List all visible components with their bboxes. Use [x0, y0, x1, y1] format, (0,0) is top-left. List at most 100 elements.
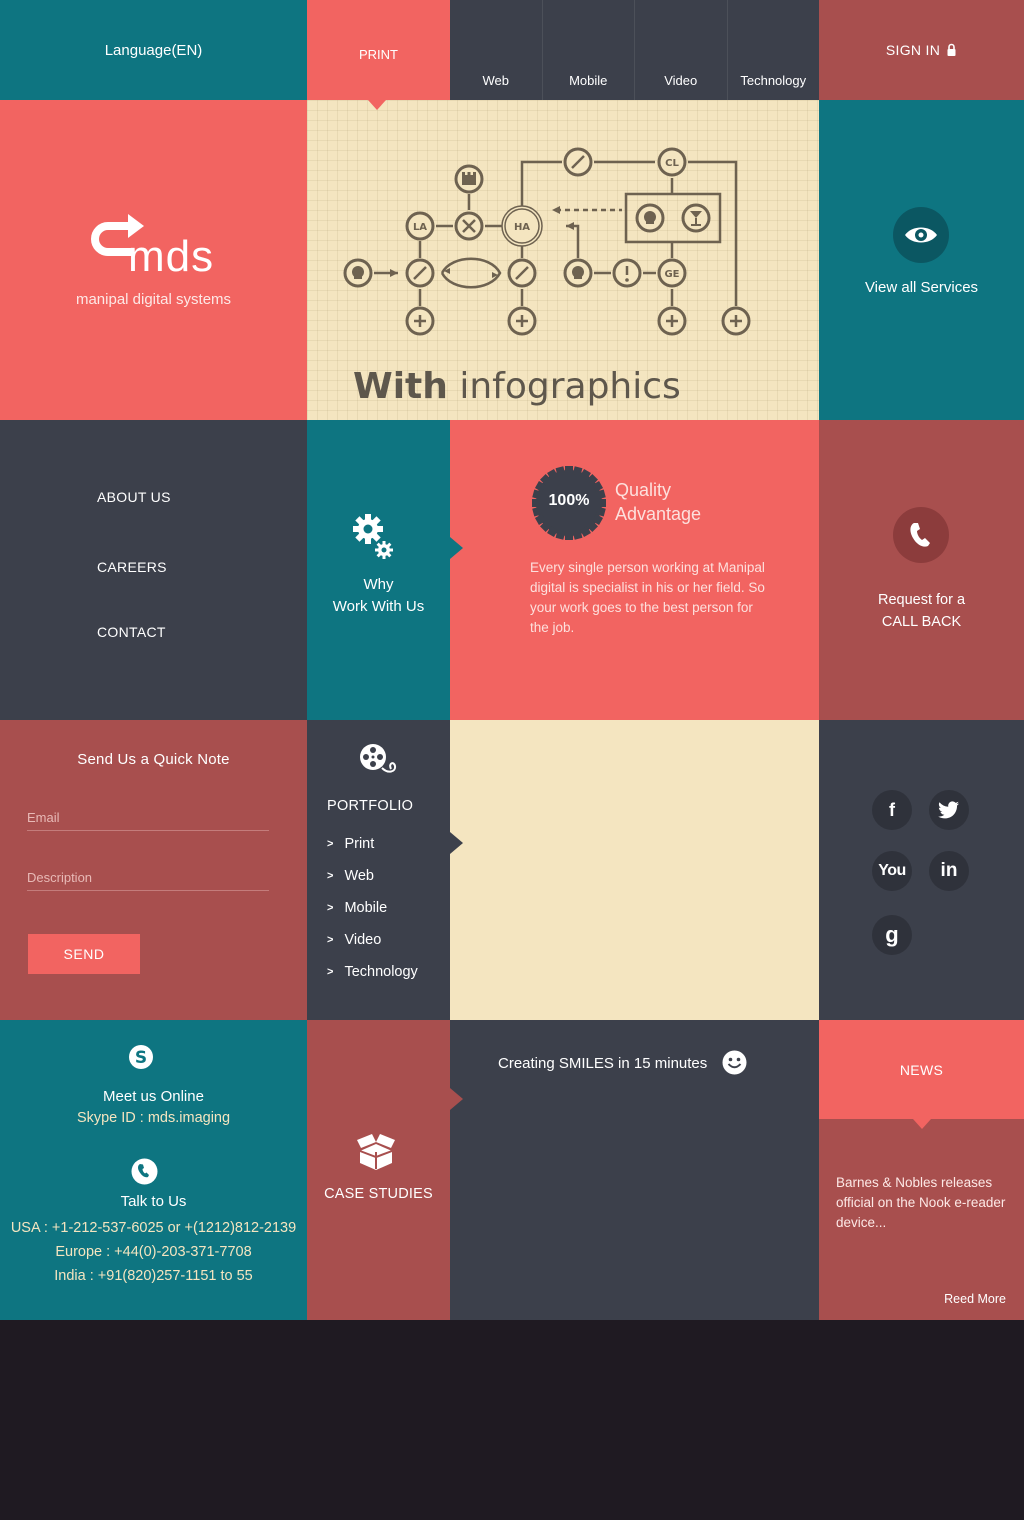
signin-button[interactable]: SIGN IN	[819, 0, 1024, 100]
facebook-icon[interactable]: f	[872, 790, 912, 830]
callback-label: Request for a CALL BACK	[819, 589, 1024, 633]
brand-tagline: manipal digital systems	[75, 291, 232, 308]
meet-online-title: Meet us Online	[103, 1088, 204, 1105]
case-studies-tile[interactable]: CASE STUDIES	[307, 1020, 450, 1320]
nav-item-technology[interactable]: Technology	[726, 0, 820, 100]
callback-line1: Request for a	[877, 592, 966, 608]
hero-headline-bold: With	[353, 366, 448, 407]
chevron-right-icon: >	[327, 902, 334, 914]
read-more-link[interactable]: Reed More	[944, 1292, 1006, 1306]
portfolio-item-label: Web	[344, 868, 374, 884]
quality-title-line2: Advantage	[615, 504, 702, 524]
chevron-right-icon: >	[327, 870, 334, 882]
news-panel: Barnes & Nobles releases official on the…	[819, 1119, 1024, 1320]
why-label-line2: Work With Us	[332, 598, 425, 615]
portfolio-item-label: Technology	[344, 964, 418, 980]
hero-headline-light: infographics	[459, 366, 681, 407]
quality-title: Quality Advantage	[615, 478, 701, 526]
portfolio-title: PORTFOLIO	[327, 798, 414, 814]
top-nav: Web Mobile Video Technology	[450, 0, 819, 100]
nav-item-label: Web	[482, 73, 510, 88]
request-callback-tile[interactable]: Request for a CALL BACK	[819, 420, 1024, 720]
chevron-right-icon: >	[327, 934, 334, 946]
news-body: Barnes & Nobles releases official on the…	[836, 1175, 1006, 1230]
portfolio-item-print[interactable]: > Print	[327, 836, 374, 852]
google-icon[interactable]: g	[872, 915, 912, 955]
hero-infographic: LA HA CL GE With infographics	[307, 100, 819, 420]
language-label: Language(EN)	[104, 41, 203, 59]
page-footer	[0, 1320, 1024, 1520]
why-tile-pointer	[450, 537, 463, 559]
tab-print-label: PRINT	[359, 47, 398, 62]
menu-contact[interactable]: CONTACT	[97, 624, 166, 640]
youtube-icon[interactable]: You	[872, 851, 912, 891]
language-selector[interactable]: Language(EN)	[0, 0, 307, 100]
callback-line2: CALL BACK	[881, 614, 962, 630]
nav-item-mobile[interactable]: Mobile	[541, 0, 635, 100]
youtube-glyph: You	[878, 862, 906, 879]
svg-text:S: S	[135, 1048, 147, 1068]
nav-item-label: Video	[664, 73, 698, 88]
social-links: f You in g	[819, 720, 1024, 1020]
description-field[interactable]	[27, 865, 269, 891]
why-work-with-us-tile[interactable]: Why Work With Us	[307, 420, 450, 720]
talk-to-us-title: Talk to Us	[120, 1193, 187, 1210]
eye-icon	[893, 207, 949, 263]
news-pointer	[913, 1119, 931, 1129]
nav-item-label: Technology	[740, 73, 807, 88]
svg-text:GE: GE	[664, 269, 679, 280]
skype-icon: S	[129, 1045, 153, 1069]
smiles-label: Creating SMILES in 15 minutes	[498, 1055, 708, 1072]
quality-badge-text: 100%	[548, 492, 590, 509]
news-title: NEWS	[899, 1061, 944, 1078]
quality-title-line1: Quality	[615, 480, 672, 500]
send-button[interactable]: SEND	[28, 934, 140, 974]
view-services-tile[interactable]: View all Services	[819, 100, 1024, 420]
box-icon	[357, 1134, 395, 1170]
lock-icon	[947, 43, 956, 56]
portfolio-item-technology[interactable]: > Technology	[327, 964, 418, 980]
portfolio-pointer	[450, 832, 463, 854]
smiles-panel: Creating SMILES in 15 minutes	[450, 1020, 819, 1320]
menu-careers[interactable]: CAREERS	[97, 559, 167, 575]
signin-label: SIGN IN	[885, 42, 941, 58]
hero-headline: With infographics	[353, 366, 681, 407]
email-field[interactable]	[27, 805, 269, 831]
infographic-diagram: LA HA CL GE	[343, 147, 751, 336]
svg-text:LA: LA	[413, 222, 427, 233]
portfolio-item-label: Print	[344, 836, 375, 852]
case-studies-label: CASE STUDIES	[324, 1186, 433, 1202]
menu-about-us[interactable]: ABOUT US	[97, 489, 171, 505]
linkedin-icon[interactable]: in	[929, 851, 969, 891]
nav-item-video[interactable]: Video	[634, 0, 727, 100]
portfolio-item-video[interactable]: > Video	[327, 932, 381, 948]
why-label-line1: Why	[363, 576, 394, 593]
twitter-icon[interactable]	[929, 790, 969, 830]
phone-india: India : +91(820)257-1151 to 55	[54, 1268, 253, 1284]
film-reel-icon	[360, 744, 397, 773]
svg-text:HA: HA	[514, 222, 530, 233]
portfolio-item-web[interactable]: > Web	[327, 868, 374, 884]
portfolio-menu: PORTFOLIO > Print > Web > Mobile > Video > Te…	[307, 720, 450, 1020]
portfolio-item-label: Mobile	[344, 900, 388, 916]
why-work-label: Why Work With Us	[307, 574, 450, 618]
brand-tile[interactable]: mds manipal digital systems	[0, 100, 307, 420]
quality-description: Every single person working at Manipal d…	[530, 560, 765, 635]
tab-print[interactable]: PRINT	[307, 0, 450, 100]
contact-info: S Meet us Online Skype ID : mds.imaging …	[0, 1020, 307, 1320]
phone-icon	[131, 1158, 158, 1185]
gears-icon	[353, 514, 393, 559]
portfolio-item-label: Video	[344, 932, 382, 948]
quick-note-form: Send Us a Quick Note SEND	[0, 720, 307, 1020]
skype-id: Skype ID : mds.imaging	[76, 1110, 231, 1126]
portfolio-item-mobile[interactable]: > Mobile	[327, 900, 387, 916]
phone-europe: Europe : +44(0)-203-371-7708	[55, 1244, 252, 1260]
smiley-icon	[722, 1050, 747, 1075]
news-header: NEWS	[819, 1020, 1024, 1119]
nav-item-web[interactable]: Web	[450, 0, 542, 100]
chevron-right-icon: >	[327, 838, 334, 850]
case-studies-pointer	[450, 1088, 463, 1110]
quality-advantage-panel: 100% Quality Advantage Every single pers…	[450, 420, 819, 720]
quick-note-title: Send Us a Quick Note	[77, 751, 230, 768]
view-services-label: View all Services	[864, 279, 979, 296]
